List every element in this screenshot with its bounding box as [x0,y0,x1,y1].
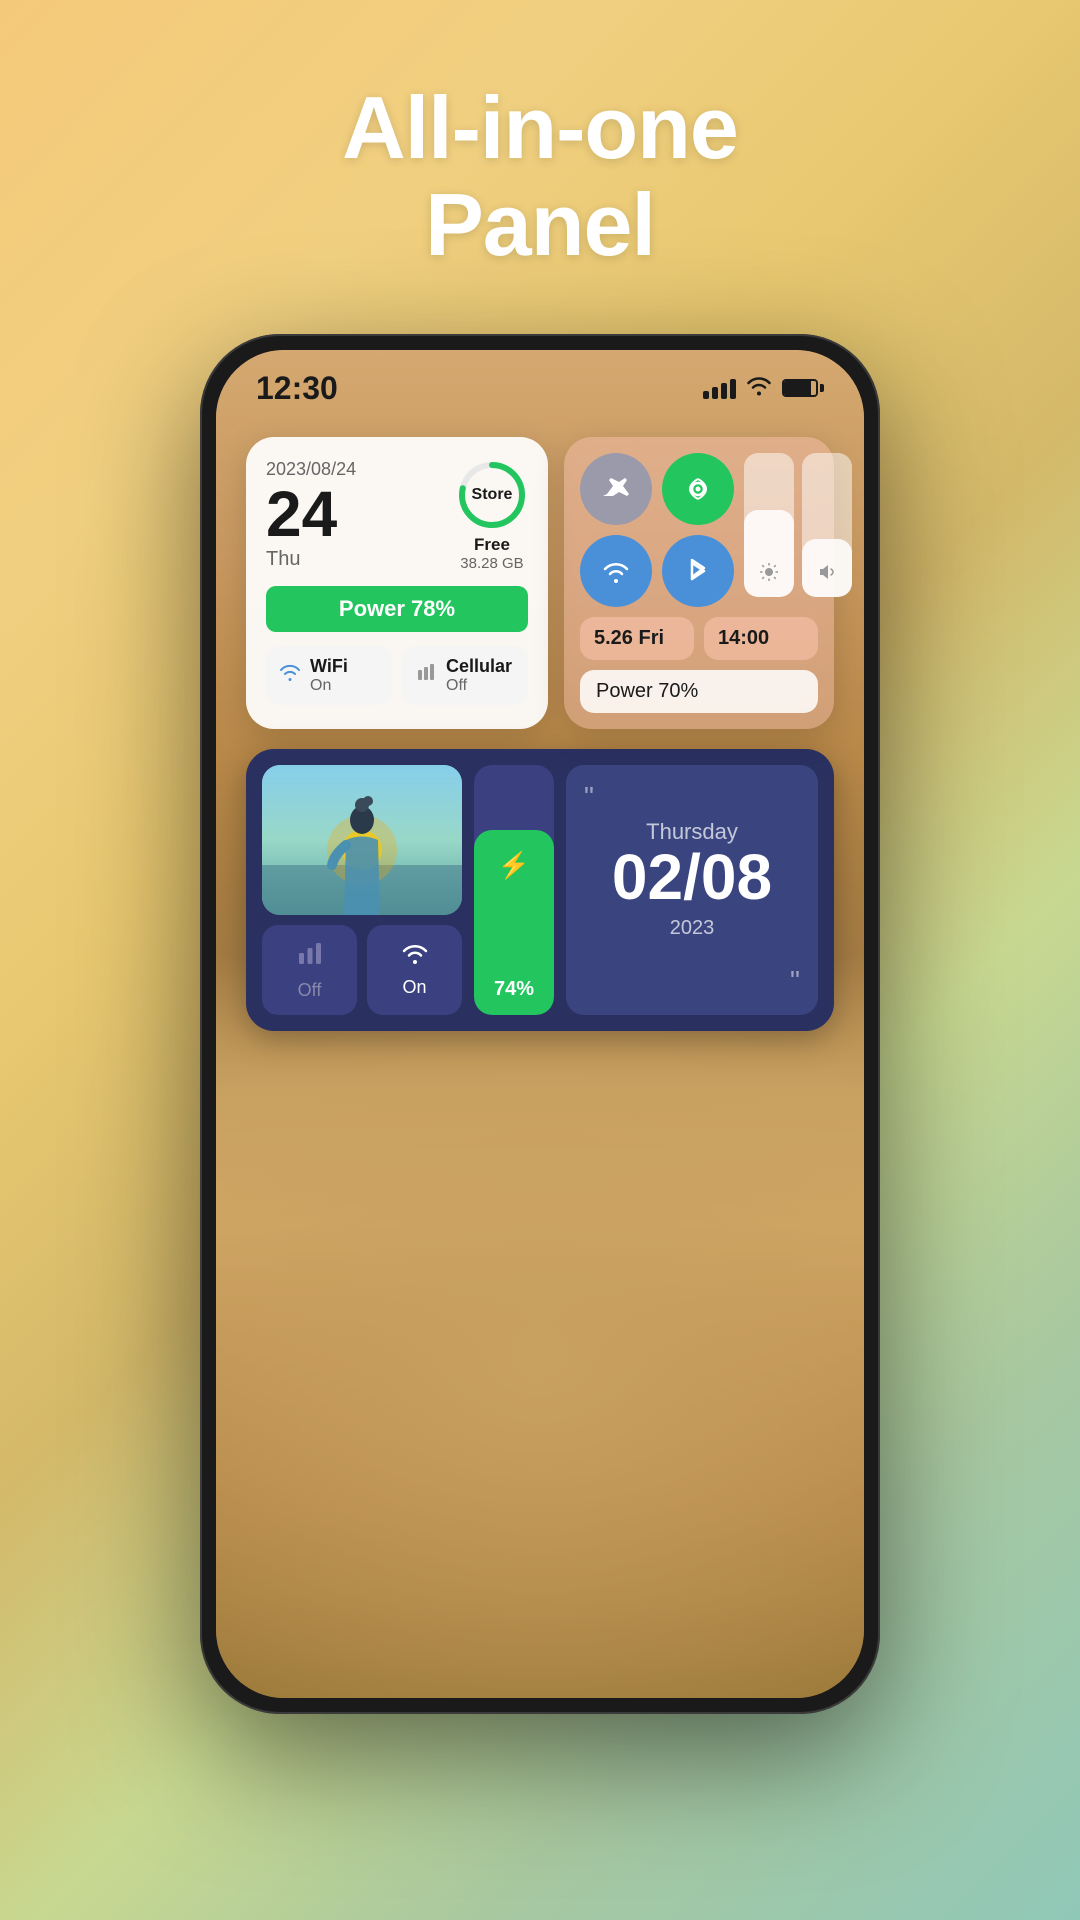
cellular-network-item: Cellular Off [402,646,528,705]
page-title: All-in-one Panel [342,80,738,274]
quote-close-icon: " [790,965,800,997]
control-widget[interactable]: 5.26 Fri 14:00 Power 70% [564,437,834,729]
wifi-network-info: WiFi On [310,656,348,695]
wifi-network-item: WiFi On [266,646,392,705]
signal-bar-1 [703,391,709,399]
toggle-row: Off On [262,925,462,1015]
wifi-network-icon [278,662,302,688]
storage-circle: Store [456,459,528,531]
phone-frame: 12:30 [200,334,880,1714]
storage-section: Store Free 38.28 GB [456,459,528,572]
status-bar: 12:30 [216,350,864,417]
bluetooth-button[interactable] [662,535,734,607]
signal-bar-2 [712,387,718,399]
battery-icon [782,379,824,397]
phone-screen: 12:30 [216,350,864,1698]
control-time: 14:00 [704,617,818,660]
storage-free-label: Free [474,535,510,555]
status-icons [703,374,824,402]
widgets-area: 2023/08/24 24 Thu Store [216,417,864,1051]
cellular-toggle-label: Off [298,980,322,1001]
wifi-toggle[interactable]: On [367,925,462,1015]
cellular-name: Cellular [446,656,512,677]
signal-bar-3 [721,383,727,399]
bottom-left: Off On [262,765,462,1015]
control-date: 5.26 Fri [580,617,694,660]
brightness-slider[interactable] [744,453,794,597]
cellular-network-info: Cellular Off [446,656,512,695]
wifi-status-icon [746,374,772,402]
control-info-row: 5.26 Fri 14:00 [580,617,818,660]
cellular-status: Off [446,677,512,695]
date-widget-number: 02/08 [584,845,800,909]
network-section: WiFi On [266,646,528,705]
date-day-number: 24 [266,482,444,546]
cellular-button[interactable] [662,453,734,525]
wifi-toggle-icon [401,939,429,971]
cellular-network-icon [414,662,438,688]
quote-open-icon: " [584,783,800,811]
bottom-widget[interactable]: Off On [246,749,834,1031]
power-bar-section: Power 78% [266,586,528,632]
status-time: 12:30 [256,370,338,407]
date-section: 2023/08/24 24 Thu [266,459,444,572]
control-power-bar: Power 70% [580,670,818,713]
cellular-toggle-icon [296,939,324,974]
storage-amount: 38.28 GB [460,555,523,572]
battery-column: ⚡ 74% [474,765,554,1015]
info-widget[interactable]: 2023/08/24 24 Thu Store [246,437,548,729]
widgets-top-row: 2023/08/24 24 Thu Store [246,437,834,729]
photo-section [262,765,462,915]
date-year-month: 2023/08/24 [266,459,444,480]
wifi-name: WiFi [310,656,348,677]
battery-percent-label: 74% [494,978,534,1001]
wifi-status: On [310,677,348,695]
airplane-button[interactable] [580,453,652,525]
storage-circle-label: Store [472,486,513,504]
wifi-toggle-label: On [402,977,426,998]
volume-slider[interactable] [802,453,852,597]
power-bar: Power 78% [266,586,528,632]
date-widget-year: 2023 [584,917,800,940]
cellular-toggle[interactable]: Off [262,925,357,1015]
date-weekday: Thu [266,548,444,571]
signal-bar-4 [730,379,736,399]
wifi-control-button[interactable] [580,535,652,607]
signal-icon [703,377,736,399]
info-widget-top: 2023/08/24 24 Thu Store [266,459,528,572]
date-widget: " Thursday 02/08 2023 " [566,765,818,1015]
